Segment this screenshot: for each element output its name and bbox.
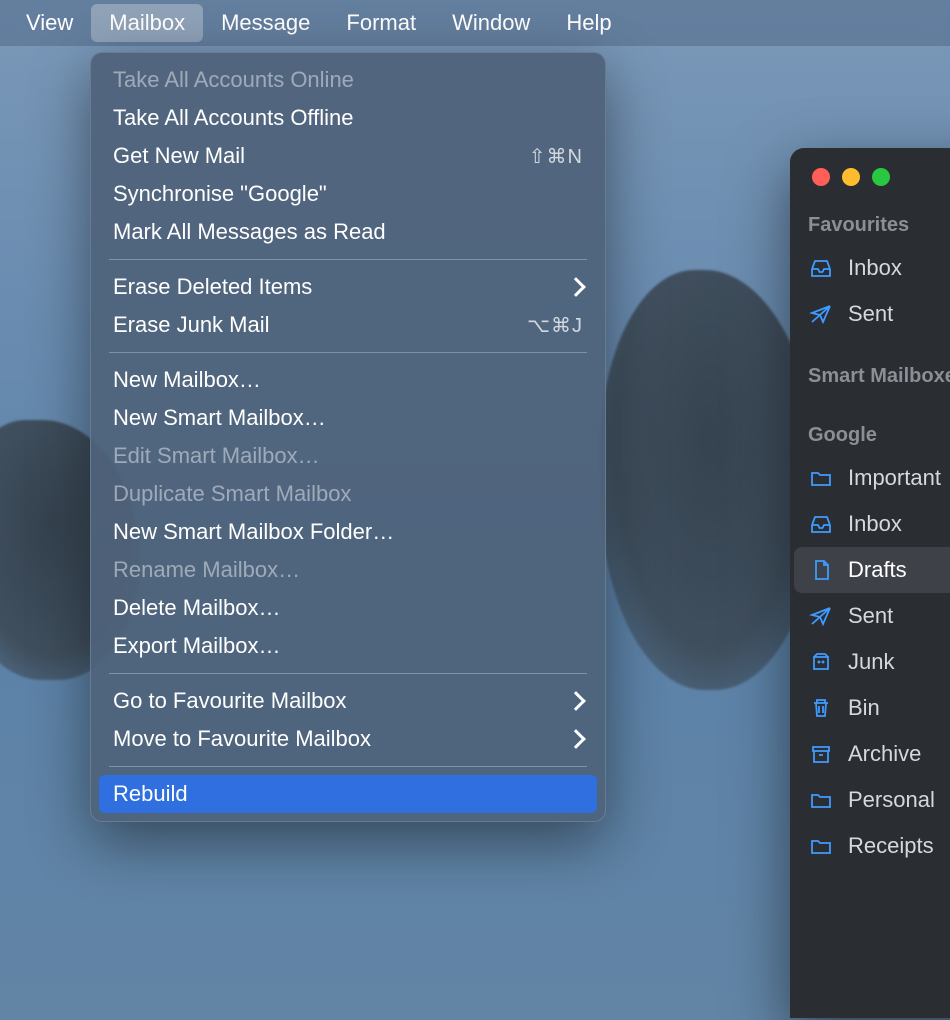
chevron-right-icon (566, 729, 586, 749)
menu-shortcut: ⌥⌘J (527, 313, 583, 338)
sidebar-section-header: Favourites (790, 186, 950, 245)
menu-item-mark-all-messages-as-read[interactable]: Mark All Messages as Read (99, 213, 597, 251)
menu-item-label: New Smart Mailbox… (113, 405, 326, 431)
menu-item-go-to-favourite-mailbox[interactable]: Go to Favourite Mailbox (99, 682, 597, 720)
menu-item-erase-deleted-items[interactable]: Erase Deleted Items (99, 268, 597, 306)
menu-item-rebuild[interactable]: Rebuild (99, 775, 597, 813)
sidebar-item-junk[interactable]: Junk (794, 639, 950, 685)
menu-item-new-mailbox[interactable]: New Mailbox… (99, 361, 597, 399)
menu-item-label: New Smart Mailbox Folder… (113, 519, 394, 545)
doc-icon (808, 557, 834, 583)
sidebar-item-receipts[interactable]: Receipts (794, 823, 950, 869)
menubar-item-help[interactable]: Help (548, 4, 629, 42)
sent-icon (808, 603, 834, 629)
menu-item-erase-junk-mail[interactable]: Erase Junk Mail ⌥⌘J (99, 306, 597, 344)
chevron-right-icon (566, 277, 586, 297)
inbox-icon (808, 511, 834, 537)
inbox-icon (808, 255, 834, 281)
mailbox-dropdown: Take All Accounts Online Take All Account… (90, 52, 606, 822)
menubar-item-mailbox[interactable]: Mailbox (91, 4, 203, 42)
folder-icon (808, 787, 834, 813)
background-rock (600, 270, 820, 690)
menu-item-delete-mailbox[interactable]: Delete Mailbox… (99, 589, 597, 627)
menu-item-label: Mark All Messages as Read (113, 219, 386, 245)
archive-icon (808, 741, 834, 767)
menu-item-export-mailbox[interactable]: Export Mailbox… (99, 627, 597, 665)
sidebar-item-label: Drafts (848, 557, 950, 583)
minimize-window-button[interactable] (842, 168, 860, 186)
menu-item-label: Export Mailbox… (113, 633, 281, 659)
menubar-item-message[interactable]: Message (203, 4, 328, 42)
close-window-button[interactable] (812, 168, 830, 186)
sidebar-section-header: Google (790, 396, 950, 455)
trash-icon (808, 695, 834, 721)
chevron-right-icon (566, 691, 586, 711)
menu-item-edit-smart-mailbox: Edit Smart Mailbox… (99, 437, 597, 475)
menu-item-rename-mailbox: Rename Mailbox… (99, 551, 597, 589)
menu-item-take-all-accounts-online: Take All Accounts Online (99, 61, 597, 99)
sidebar-item-label: Junk (848, 649, 950, 675)
menu-item-label: New Mailbox… (113, 367, 261, 393)
sidebar-item-important[interactable]: Important (794, 455, 950, 501)
menu-item-label: Get New Mail (113, 143, 245, 169)
menu-item-label: Delete Mailbox… (113, 595, 281, 621)
menubar: ViewMailboxMessageFormatWindowHelp (0, 0, 950, 46)
menu-separator (109, 352, 587, 353)
sidebar-item-inbox[interactable]: Inbox (794, 245, 950, 291)
sidebar-item-label: Archive (848, 741, 950, 767)
sidebar-item-bin[interactable]: Bin (794, 685, 950, 731)
sidebar-item-label: Sent (848, 301, 950, 327)
sent-icon (808, 301, 834, 327)
menu-separator (109, 259, 587, 260)
menu-item-new-smart-mailbox-folder[interactable]: New Smart Mailbox Folder… (99, 513, 597, 551)
menu-item-synchronise-google[interactable]: Synchronise "Google" (99, 175, 597, 213)
menu-item-get-new-mail[interactable]: Get New Mail ⇧⌘N (99, 137, 597, 175)
menu-item-label: Move to Favourite Mailbox (113, 726, 371, 752)
fullscreen-window-button[interactable] (872, 168, 890, 186)
junk-icon (808, 649, 834, 675)
sidebar-item-label: Bin (848, 695, 950, 721)
menu-item-duplicate-smart-mailbox: Duplicate Smart Mailbox (99, 475, 597, 513)
window-controls (790, 148, 950, 186)
menu-item-label: Erase Junk Mail (113, 312, 270, 338)
menu-item-move-to-favourite-mailbox[interactable]: Move to Favourite Mailbox (99, 720, 597, 758)
menu-item-label: Rename Mailbox… (113, 557, 300, 583)
sidebar-item-label: Inbox (848, 511, 950, 537)
menu-item-new-smart-mailbox[interactable]: New Smart Mailbox… (99, 399, 597, 437)
menubar-item-format[interactable]: Format (328, 4, 434, 42)
menu-item-label: Take All Accounts Offline (113, 105, 354, 131)
menubar-item-window[interactable]: Window (434, 4, 548, 42)
sidebar-item-label: Inbox (848, 255, 950, 281)
menu-item-label: Edit Smart Mailbox… (113, 443, 320, 469)
folder-icon (808, 833, 834, 859)
folder-icon (808, 465, 834, 491)
menu-separator (109, 673, 587, 674)
sidebar-item-archive[interactable]: Archive (794, 731, 950, 777)
sidebar-item-sent[interactable]: Sent (794, 291, 950, 337)
sidebar-item-inbox[interactable]: Inbox (794, 501, 950, 547)
sidebar-section-header: Smart Mailboxes (790, 337, 950, 396)
menu-item-label: Synchronise "Google" (113, 181, 327, 207)
mail-sidebar-window: Favourites Inbox Sent Smart MailboxesGoogle… (790, 148, 950, 1018)
sidebar-item-label: Sent (848, 603, 950, 629)
menu-item-label: Duplicate Smart Mailbox (113, 481, 351, 507)
menu-item-label: Rebuild (113, 781, 188, 807)
sidebar-item-label: Receipts (848, 833, 950, 859)
sidebar-item-sent[interactable]: Sent (794, 593, 950, 639)
menubar-item-view[interactable]: View (8, 4, 91, 42)
menu-item-label: Erase Deleted Items (113, 274, 312, 300)
menu-item-label: Go to Favourite Mailbox (113, 688, 347, 714)
sidebar-item-label: Personal (848, 787, 950, 813)
menu-item-label: Take All Accounts Online (113, 67, 354, 93)
menu-shortcut: ⇧⌘N (529, 144, 583, 169)
menu-separator (109, 766, 587, 767)
sidebar-item-drafts[interactable]: Drafts (794, 547, 950, 593)
sidebar-item-personal[interactable]: Personal (794, 777, 950, 823)
sidebar-item-label: Important (848, 465, 950, 491)
menu-item-take-all-accounts-offline[interactable]: Take All Accounts Offline (99, 99, 597, 137)
